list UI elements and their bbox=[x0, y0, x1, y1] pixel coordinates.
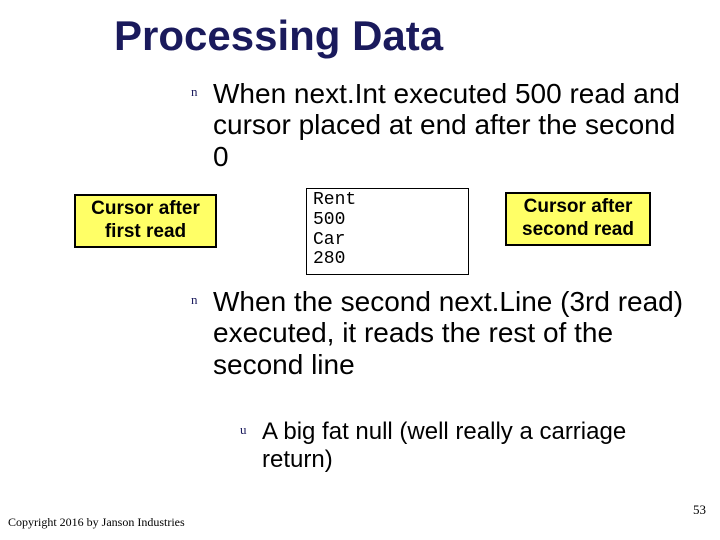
data-line-2: 500 bbox=[313, 211, 462, 231]
cursor-after-first-read-box: Cursor after first read bbox=[74, 194, 217, 248]
data-line-1: Rent bbox=[313, 191, 462, 211]
data-line-3: Car bbox=[313, 231, 462, 251]
data-line-4: 280 bbox=[313, 250, 462, 270]
copyright-text: Copyright 2016 by Janson Industries bbox=[8, 515, 185, 530]
bullet-text-2: When the second next.Line (3rd read) exe… bbox=[213, 286, 688, 380]
data-box: Rent 500 Car 280 bbox=[306, 188, 469, 275]
box-left-text: Cursor after first read bbox=[82, 198, 209, 244]
slide-number: 53 bbox=[693, 502, 706, 518]
bullet-marker-1: n bbox=[191, 84, 198, 100]
sub-bullet-marker: u bbox=[240, 422, 247, 438]
slide: Processing Data n When next.Int executed… bbox=[0, 0, 720, 540]
box-right-text: Cursor after second read bbox=[513, 196, 643, 242]
bullet-text-1: When next.Int executed 500 read and curs… bbox=[213, 78, 688, 172]
cursor-after-second-read-box: Cursor after second read bbox=[505, 192, 651, 246]
bullet-marker-2: n bbox=[191, 292, 198, 308]
sub-bullet-text: A big fat null (well really a carriage r… bbox=[262, 418, 692, 473]
slide-title: Processing Data bbox=[114, 12, 443, 60]
